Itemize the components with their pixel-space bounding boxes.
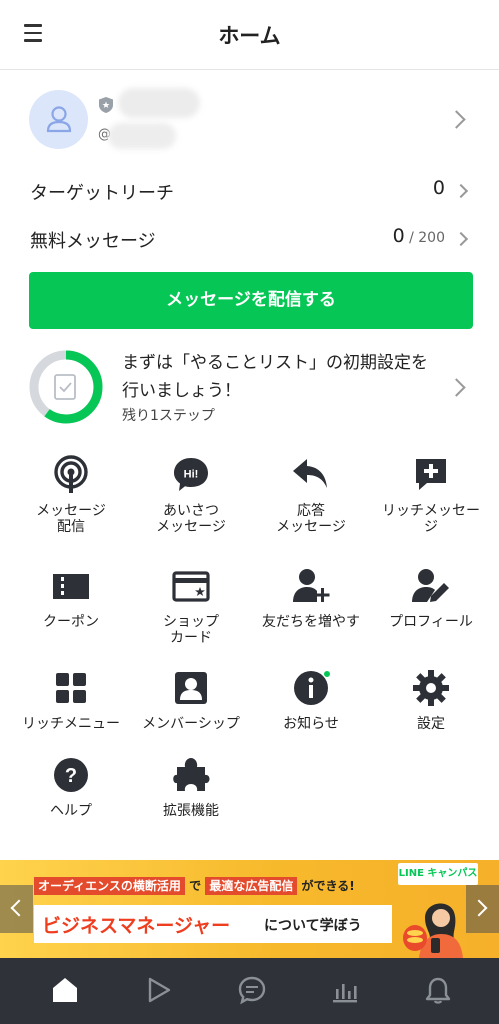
avatar: [29, 90, 88, 149]
chevron-right-icon: [447, 378, 466, 397]
chevron-right-icon: [453, 231, 469, 247]
stat-label: ターゲットリーチ: [30, 183, 174, 204]
broadcast-icon: [54, 455, 88, 493]
tile-shop-card[interactable]: ショップ カード: [129, 566, 253, 646]
svg-text:?: ?: [65, 765, 77, 787]
tile-settings[interactable]: 設定: [369, 668, 493, 732]
puzzle-icon: [173, 758, 210, 791]
tile-label: 設定: [417, 716, 445, 732]
promo-banner[interactable]: LINE キャンパス オーディエンスの横断活用 で 最適な広告配信 ができる! …: [0, 860, 499, 958]
rich-message-icon: [416, 459, 446, 490]
tile-membership[interactable]: メンバーシップ: [129, 668, 253, 732]
home-icon[interactable]: [50, 975, 80, 1005]
greeting-icon: Hi!: [174, 458, 208, 491]
stat-value: 0 / 200: [392, 225, 445, 247]
tile-label: 友だちを増やす: [262, 614, 360, 630]
unread-badge: [323, 670, 331, 678]
profile-edit-icon: [412, 569, 449, 602]
woman-with-phone-illustration: [403, 903, 463, 958]
analytics-icon[interactable]: [330, 975, 360, 1005]
tile-label: ヘルプ: [50, 803, 92, 819]
tile-label: クーポン: [43, 614, 99, 630]
tile-notifications[interactable]: お知らせ: [249, 668, 373, 732]
free-messages-row[interactable]: 無料メッセージ 0 / 200: [0, 219, 499, 259]
banner-headline: オーディエンスの横断活用 で 最適な広告配信 ができる!: [34, 877, 355, 895]
setup-remaining-steps: 残り1ステップ: [122, 408, 215, 424]
tile-label: あいさつ メッセージ: [156, 503, 226, 535]
play-icon[interactable]: [143, 975, 173, 1005]
app-header: ホーム: [0, 0, 499, 70]
tile-auto-reply[interactable]: 応答 メッセージ: [249, 455, 373, 535]
chevron-left-icon: [10, 899, 28, 917]
reply-icon: [293, 459, 327, 488]
rich-menu-icon: [56, 673, 86, 703]
stat-label: 無料メッセージ: [30, 231, 156, 252]
tile-rich-message[interactable]: リッチメッセー ジ: [369, 455, 493, 535]
tile-label: 応答 メッセージ: [276, 503, 346, 535]
account-handle-redacted: [108, 123, 176, 149]
shop-card-icon: [172, 571, 210, 602]
tile-label: プロフィール: [389, 614, 473, 630]
tile-greeting-message[interactable]: Hi! あいさつ メッセージ: [129, 455, 253, 535]
tile-message-broadcast[interactable]: メッセージ 配信: [9, 455, 133, 535]
banner-next-button[interactable]: [466, 885, 499, 933]
chevron-right-icon: [453, 183, 469, 199]
setup-task-card[interactable]: まずは「やることリスト」の初期設定を行いましょう！ 残り1ステップ: [0, 345, 499, 430]
send-message-button[interactable]: メッセージを配信する: [29, 272, 473, 329]
coupon-icon: [53, 574, 89, 599]
chat-icon[interactable]: [237, 975, 267, 1005]
tile-help[interactable]: ? ヘルプ: [9, 755, 133, 819]
tile-label: ショップ カード: [163, 614, 219, 646]
tile-label: メッセージ 配信: [36, 503, 106, 535]
bottom-tab-bar: [0, 958, 499, 1024]
banner-prev-button[interactable]: [0, 885, 33, 933]
tile-label: リッチメッセー ジ: [382, 503, 480, 535]
tile-label: メンバーシップ: [142, 716, 240, 732]
bell-icon[interactable]: [423, 975, 453, 1005]
tile-coupon[interactable]: クーポン: [9, 566, 133, 630]
gear-icon: [413, 670, 449, 706]
chevron-right-icon: [470, 899, 488, 917]
banner-main-text: ビジネスマネージャー について学ぼう: [34, 905, 392, 943]
membership-icon: [175, 672, 207, 704]
chevron-right-icon: [447, 110, 466, 129]
add-friend-icon: [293, 569, 330, 602]
svg-text:Hi!: Hi!: [184, 469, 199, 481]
shield-icon: [99, 97, 113, 113]
account-name-redacted: [118, 88, 200, 118]
person-icon: [46, 106, 72, 133]
setup-title: まずは「やることリスト」の初期設定を行いましょう！: [122, 353, 428, 401]
tile-profile[interactable]: プロフィール: [369, 566, 493, 630]
tile-rich-menu[interactable]: リッチメニュー: [9, 668, 133, 732]
tile-extensions[interactable]: 拡張機能: [129, 755, 253, 819]
stat-value: 0: [432, 177, 445, 199]
brand-tag: LINE キャンパス: [398, 863, 478, 885]
account-profile-row[interactable]: @: [0, 71, 499, 163]
tile-label: お知らせ: [283, 716, 339, 732]
checklist-icon: [54, 374, 76, 400]
target-reach-row[interactable]: ターゲットリーチ 0: [0, 171, 499, 211]
progress-ring: [29, 350, 103, 424]
tile-add-friends[interactable]: 友だちを増やす: [249, 566, 373, 630]
page-title: ホーム: [218, 24, 281, 48]
tile-label: リッチメニュー: [22, 716, 120, 732]
help-icon: ?: [54, 758, 88, 792]
tile-label: 拡張機能: [163, 803, 219, 819]
